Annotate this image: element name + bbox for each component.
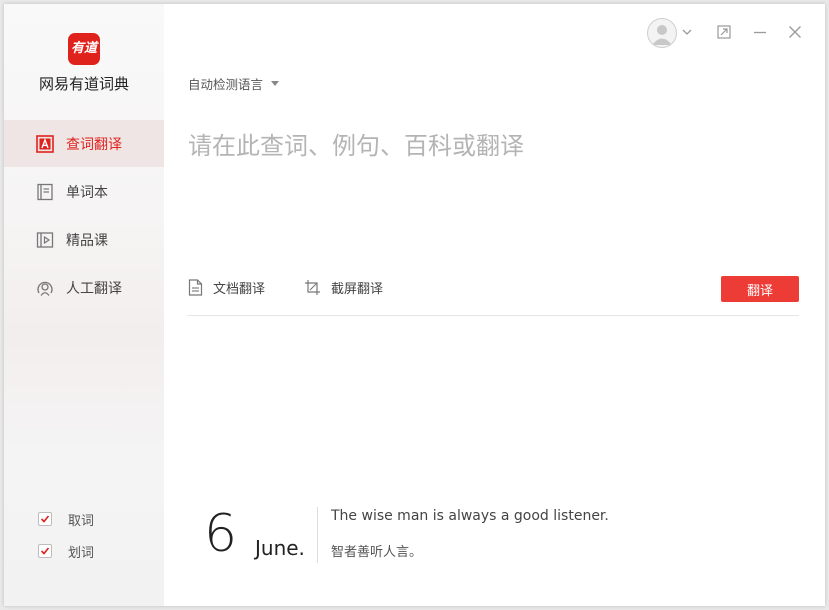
sidebar: 有道 网易有道词典 查词翻译 单词本 精品课 人工翻译 取词 划词	[4, 4, 164, 606]
close-icon[interactable]	[787, 24, 803, 40]
user-icon	[652, 25, 672, 45]
youdao-logo: 有道	[68, 33, 100, 65]
translate-button[interactable]: 翻译	[721, 276, 799, 302]
select-word-option[interactable]: 划词	[38, 541, 94, 561]
select-word-label: 划词	[68, 545, 95, 561]
wordbook-icon	[36, 183, 54, 201]
human-translate-icon	[36, 279, 54, 297]
user-avatar[interactable]	[647, 18, 677, 48]
divider	[187, 315, 799, 316]
language-select[interactable]: 自动检测语言	[188, 74, 280, 93]
query-input[interactable]	[186, 124, 800, 248]
dictionary-a-icon	[36, 135, 54, 153]
sidebar-item-label: 单词本	[66, 185, 108, 201]
sidebar-item-lookup-translate[interactable]: 查词翻译	[4, 120, 164, 167]
main-panel: 自动检测语言 文档翻译 截屏翻译 翻译 6 June. The wise	[164, 4, 825, 606]
sidebar-item-label: 精品课	[66, 233, 108, 249]
course-play-icon	[36, 231, 54, 249]
check-icon	[40, 515, 50, 523]
quote-divider	[317, 507, 318, 563]
sidebar-item-human-translate[interactable]: 人工翻译	[4, 264, 164, 311]
sidebar-item-label: 人工翻译	[66, 281, 122, 297]
daily-quote-chinese: 智者善听人言。	[331, 545, 423, 560]
doc-translate-label: 文档翻译	[213, 282, 266, 297]
app-title: 网易有道词典	[38, 75, 129, 93]
check-icon	[40, 547, 50, 555]
crop-icon	[305, 280, 320, 295]
restore-icon[interactable]	[716, 24, 732, 40]
doc-translate-button[interactable]: 文档翻译	[188, 278, 265, 297]
daily-month: June.	[255, 536, 305, 560]
select-word-checkbox[interactable]	[38, 544, 52, 558]
language-select-label: 自动检测语言	[188, 77, 264, 92]
caret-down-icon	[271, 81, 280, 86]
app-window: 有道 网易有道词典 查词翻译 单词本 精品课 人工翻译 取词 划词 自动检测语言…	[4, 4, 825, 606]
chevron-down-icon[interactable]	[679, 24, 695, 40]
sidebar-item-course[interactable]: 精品课	[4, 216, 164, 263]
daily-day: 6	[204, 504, 238, 564]
screenshot-translate-button[interactable]: 截屏翻译	[304, 278, 383, 297]
document-icon	[188, 279, 203, 296]
sidebar-item-wordbook[interactable]: 单词本	[4, 168, 164, 215]
minimize-icon[interactable]	[752, 24, 768, 40]
daily-quote-english[interactable]: The wise man is always a good listener.	[331, 508, 609, 524]
screenshot-translate-label: 截屏翻译	[331, 282, 384, 297]
capture-word-label: 取词	[68, 513, 95, 529]
sidebar-item-label: 查词翻译	[66, 137, 122, 153]
capture-word-option[interactable]: 取词	[38, 509, 94, 529]
capture-word-checkbox[interactable]	[38, 512, 52, 526]
